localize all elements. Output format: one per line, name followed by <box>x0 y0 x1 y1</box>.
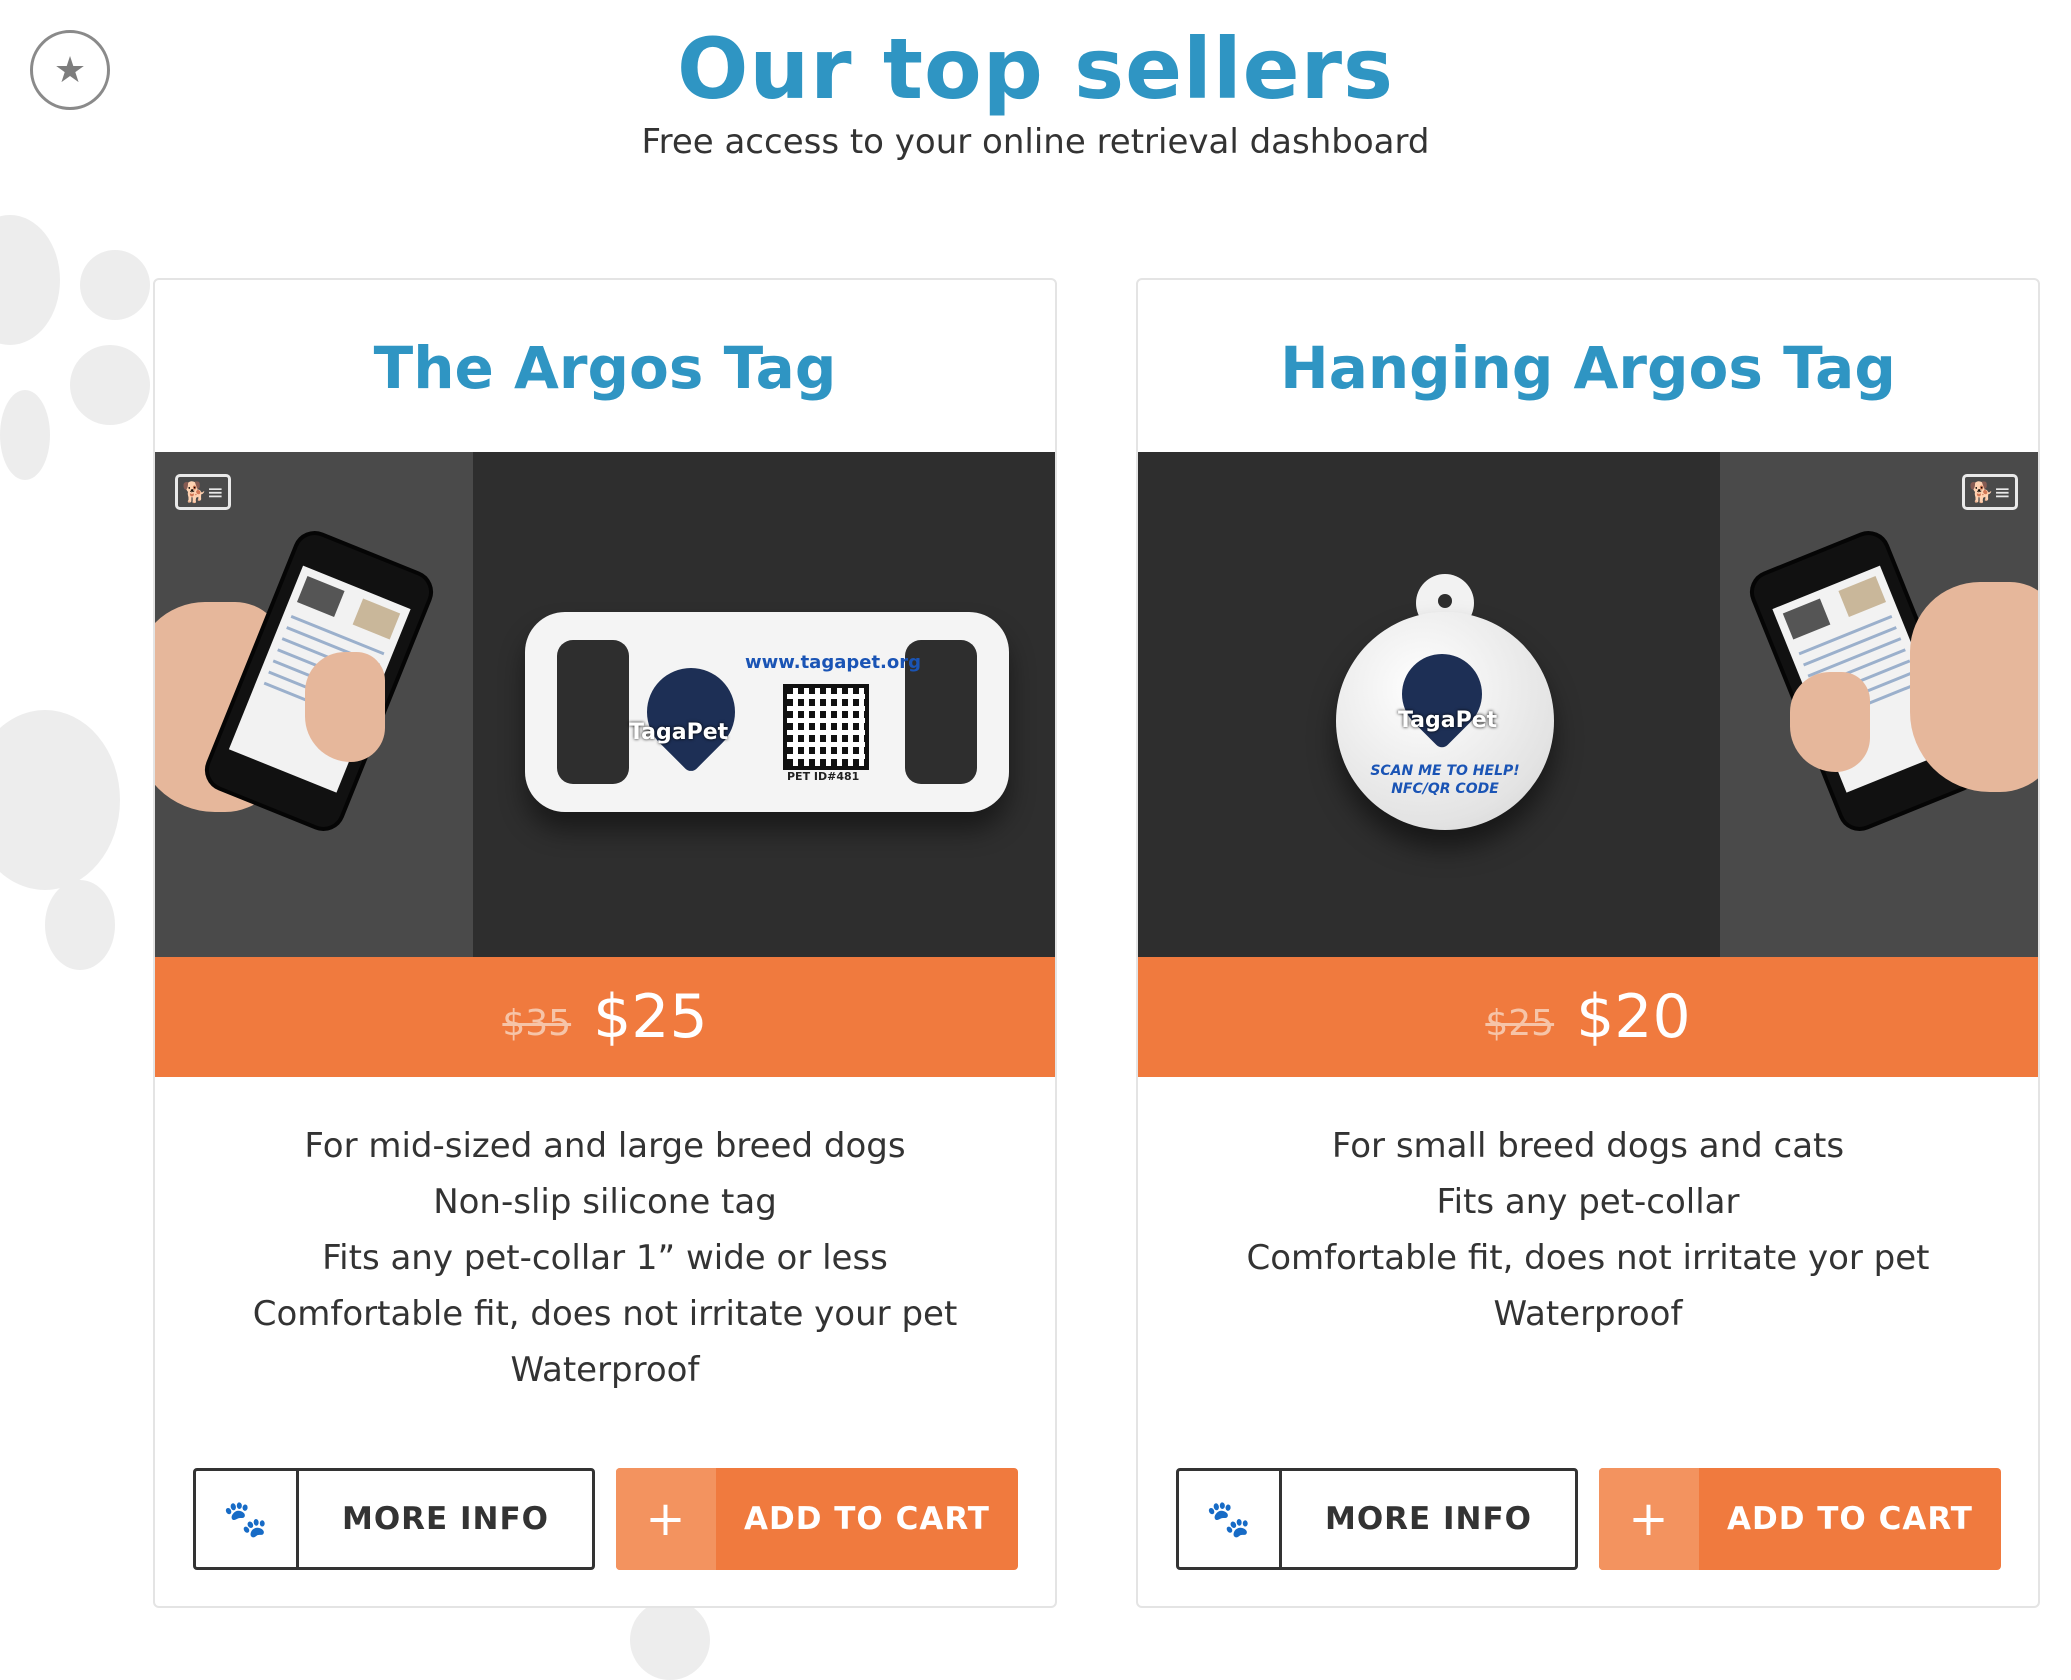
feature-list: For small breed dogs and cats Fits any p… <box>1138 1118 2038 1342</box>
feature-list: For mid-sized and large breed dogs Non-s… <box>155 1118 1055 1398</box>
feature-item: Waterproof <box>510 1350 700 1390</box>
product-card-argos-tag: The Argos Tag 🐕≡ TagaPet www.tagapet.org <box>153 278 1057 1608</box>
background-paw-print <box>70 345 150 425</box>
plus-icon: + <box>1599 1468 1699 1570</box>
add-to-cart-button[interactable]: + ADD TO CART <box>1599 1468 2001 1570</box>
qr-code-icon <box>783 684 869 770</box>
tagapet-logo-icon <box>1385 637 1499 751</box>
product-title[interactable]: The Argos Tag <box>155 334 1055 402</box>
scan-me-text: SCAN ME TO HELP! NFC/QR CODE <box>1370 763 1520 797</box>
paw-icon: 🐾 <box>1179 1471 1282 1567</box>
feature-item: For mid-sized and large breed dogs <box>304 1126 906 1166</box>
add-to-cart-button[interactable]: + ADD TO CART <box>616 1468 1018 1570</box>
product-image[interactable]: 🐕≡ TagaPet www.tagapet.org PET ID#481 <box>155 452 1055 957</box>
feature-item: Comfortable fit, does not irritate yor p… <box>1246 1238 1930 1278</box>
current-price: $25 <box>593 982 708 1052</box>
page-subtitle: Free access to your online retrieval das… <box>641 122 1430 162</box>
hanging-tag-image: TagaPet SCAN ME TO HELP! NFC/QR CODE <box>1336 612 1554 830</box>
plus-icon: + <box>616 1468 716 1570</box>
feature-item: Fits any pet-collar <box>1436 1182 1740 1222</box>
product-card-hanging-argos-tag: Hanging Argos Tag 🐕≡ TagaPet SCAN ME TO … <box>1136 278 2040 1608</box>
add-to-cart-label: ADD TO CART <box>744 1501 990 1537</box>
price-bar: $25 $20 <box>1138 957 2038 1077</box>
feature-item: Non-slip silicone tag <box>433 1182 777 1222</box>
price-bar: $35 $25 <box>155 957 1055 1077</box>
current-price: $20 <box>1576 982 1691 1052</box>
product-title[interactable]: Hanging Argos Tag <box>1138 334 2038 402</box>
old-price: $25 <box>1485 1002 1555 1044</box>
more-info-label: MORE INFO <box>341 1501 550 1537</box>
feature-item: Comfortable fit, does not irritate your … <box>252 1294 958 1334</box>
old-price: $35 <box>502 1002 572 1044</box>
more-info-button[interactable]: 🐾 MORE INFO <box>193 1468 595 1570</box>
background-paw-print <box>80 250 150 320</box>
background-paw-print <box>45 880 115 970</box>
pet-id-text: PET ID#481 <box>787 770 860 783</box>
background-paw-print <box>0 710 120 890</box>
more-info-button[interactable]: 🐾 MORE INFO <box>1176 1468 1578 1570</box>
argos-tag-image: TagaPet www.tagapet.org PET ID#481 <box>525 612 1009 812</box>
hand-fingers-image <box>305 652 385 762</box>
tag-url-text: www.tagapet.org <box>745 652 922 673</box>
hand-fingers-image <box>1790 672 1870 772</box>
background-paw-print <box>0 390 50 480</box>
product-image[interactable]: 🐕≡ TagaPet SCAN ME TO HELP! NFC/QR CODE <box>1138 452 2038 957</box>
add-to-cart-label: ADD TO CART <box>1727 1501 1973 1537</box>
feature-item: Fits any pet-collar 1” wide or less <box>322 1238 888 1278</box>
hand-image <box>1910 582 2038 792</box>
tagapet-logo-icon <box>628 649 754 775</box>
dog-tag-badge-icon: 🐕≡ <box>175 474 231 510</box>
more-info-label: MORE INFO <box>1324 1501 1533 1537</box>
paw-icon: 🐾 <box>196 1471 299 1567</box>
tag-logo-text: TagaPet <box>1398 708 1498 733</box>
phone-panel <box>155 452 473 957</box>
background-paw-print <box>0 215 60 345</box>
tag-logo-text: TagaPet <box>629 720 729 745</box>
feature-item: For small breed dogs and cats <box>1331 1126 1845 1166</box>
page-title: Our top sellers <box>676 20 1395 118</box>
phone-panel <box>1720 452 2038 957</box>
dog-tag-badge-icon: 🐕≡ <box>1962 474 2018 510</box>
feature-item: Waterproof <box>1493 1294 1683 1334</box>
background-paw-print <box>630 1600 710 1680</box>
